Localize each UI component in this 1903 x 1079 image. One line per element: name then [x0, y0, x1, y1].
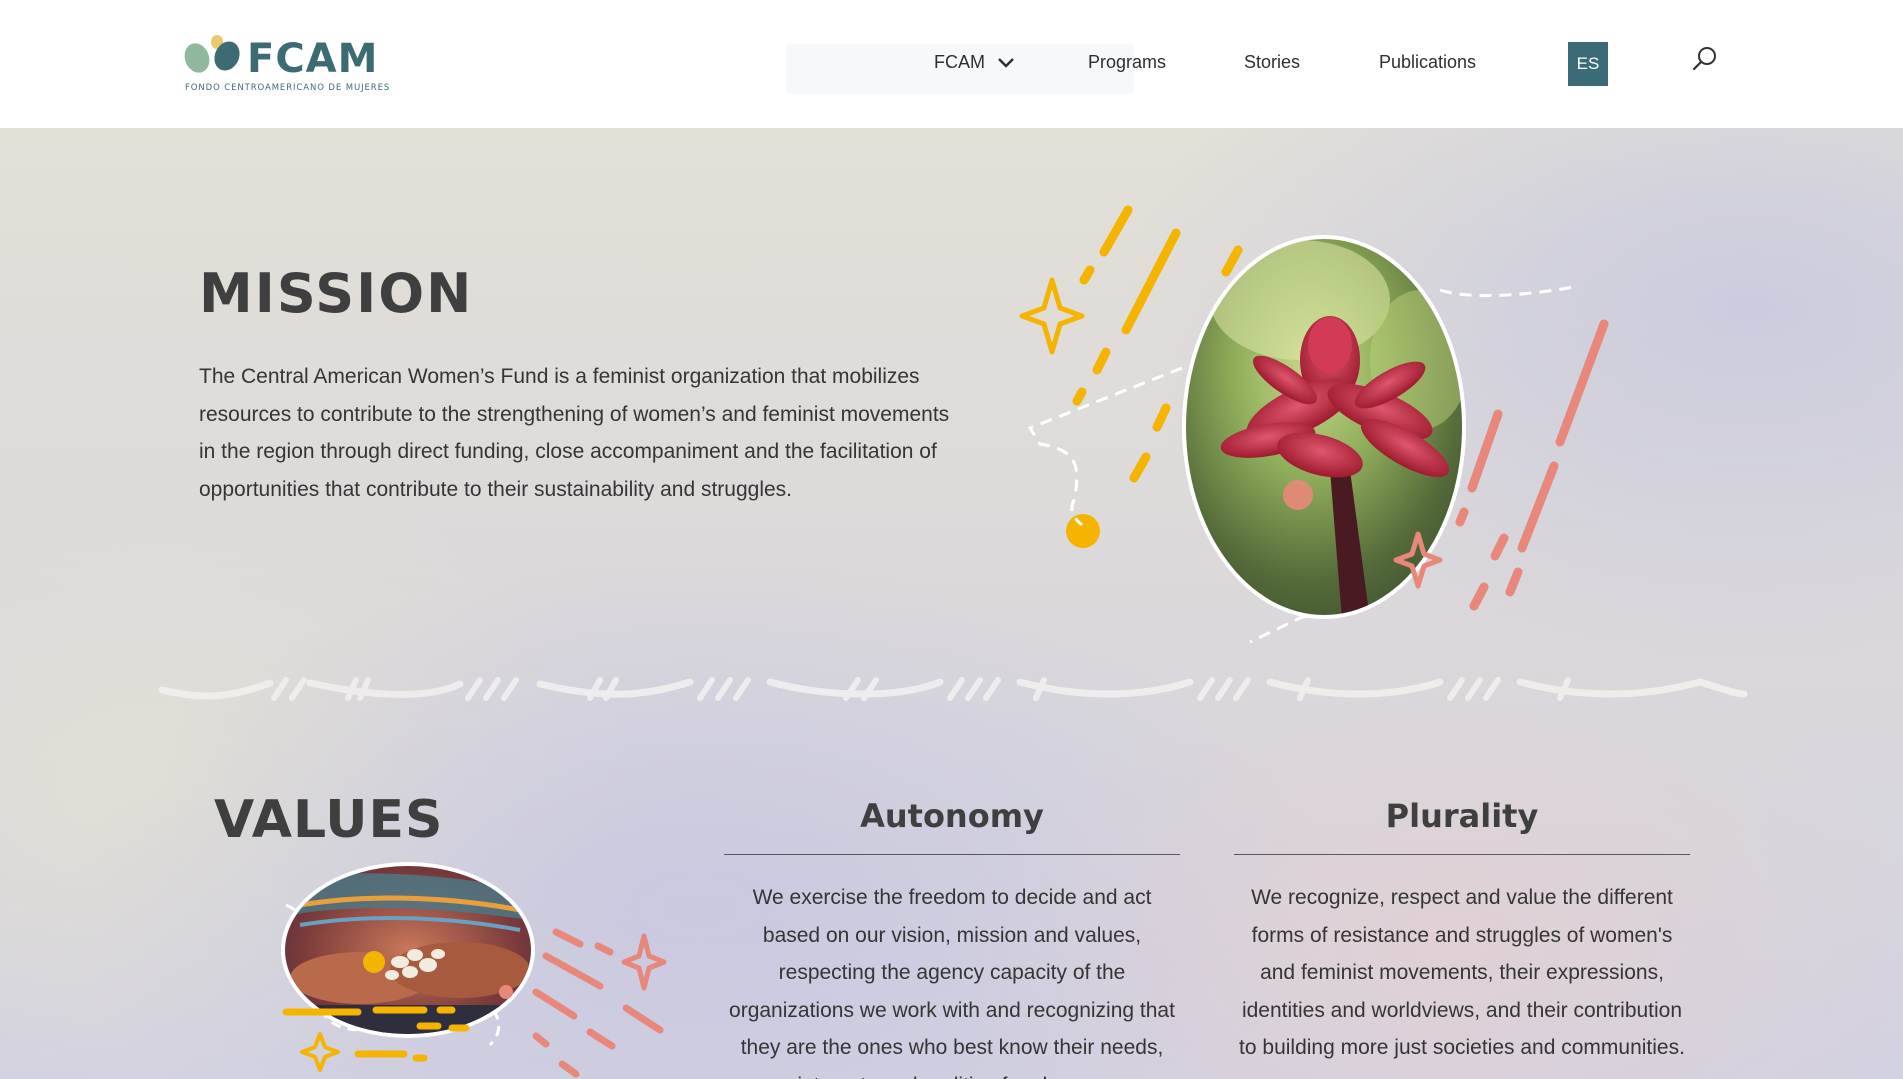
nav-item-label: Programs	[1088, 52, 1167, 72]
logo-leaves-icon	[184, 35, 240, 73]
coral-dash-lines	[1455, 319, 1609, 611]
search-icon[interactable]	[1690, 44, 1720, 74]
yellow-dot	[363, 951, 385, 973]
coral-dot	[1283, 480, 1313, 510]
fcam-logo[interactable]: FCAM FONDO CENTROAMERICANO DE MUJERES	[183, 34, 389, 96]
language-label: ES	[1576, 54, 1600, 73]
value-title: Plurality	[1385, 797, 1539, 835]
value-text: We recognize, respect and value the diff…	[1239, 886, 1685, 1059]
nav-item-programs[interactable]: Programs	[1088, 52, 1166, 73]
value-title: Autonomy	[860, 797, 1044, 835]
nav-item-publications[interactable]: Publications	[1379, 52, 1476, 73]
flower-photo	[1186, 239, 1462, 615]
sparkle-icon	[300, 1032, 340, 1072]
divider	[724, 854, 1180, 855]
coral-dot	[499, 985, 513, 999]
value-text: We exercise the freedom to decide and ac…	[729, 886, 1175, 1079]
nav-item-fcam[interactable]: FCAM	[934, 52, 1015, 73]
mission-heading: MISSION	[199, 262, 474, 325]
logo-wordmark: FCAM	[247, 36, 379, 82]
value-card-plurality: Plurality We recognize, respect and valu…	[1234, 794, 1690, 1067]
nav-item-label: Publications	[1379, 52, 1477, 72]
site-header: FCAM FONDO CENTROAMERICANO DE MUJERES FC…	[0, 0, 1903, 128]
logo-subtitle: FONDO CENTROAMERICANO DE MUJERES	[185, 83, 391, 93]
yellow-dot	[1066, 514, 1100, 548]
chevron-down-icon	[998, 57, 1014, 68]
divider	[1234, 854, 1690, 855]
values-heading: VALUES	[214, 790, 444, 850]
sparkle-icon	[1019, 277, 1085, 355]
mission-text: The Central American Women’s Fund is a f…	[199, 365, 950, 501]
sparkle-icon	[621, 933, 667, 991]
nav-item-label: FCAM	[934, 52, 985, 72]
wavy-divider	[158, 677, 1748, 701]
nav-item-label: Stories	[1244, 52, 1301, 72]
nav-item-stories[interactable]: Stories	[1244, 52, 1300, 73]
language-toggle-button[interactable]: ES	[1568, 42, 1608, 86]
value-card-autonomy: Autonomy We exercise the freedom to deci…	[724, 794, 1180, 1079]
